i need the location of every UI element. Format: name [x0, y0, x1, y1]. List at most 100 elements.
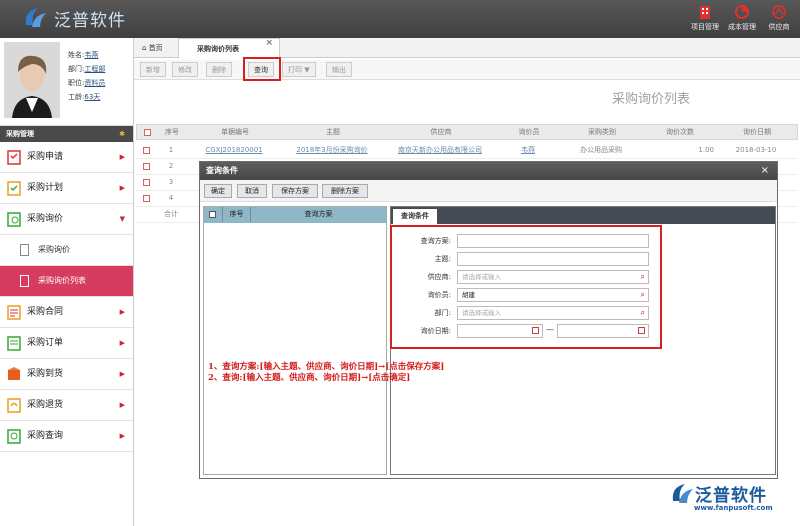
- criteria-tab-bar: 查询条件: [391, 207, 775, 224]
- edit-button[interactable]: 修改: [172, 62, 198, 77]
- user-post[interactable]: 资料员: [84, 79, 105, 87]
- tab-home[interactable]: ⌂ 首页: [142, 38, 163, 58]
- cell-no: 1: [168, 146, 174, 154]
- dialog-title: 查询条件: [206, 166, 238, 175]
- scheme-select-all-checkbox[interactable]: [209, 211, 216, 218]
- sidebar-subitem-inquiry-list[interactable]: 采购询价列表: [0, 266, 133, 297]
- cell-no: 3: [168, 178, 174, 186]
- sidebar-item-purchase-request[interactable]: 采购申请 ▶: [0, 142, 133, 173]
- watermark-brand: 泛普软件: [695, 486, 767, 506]
- cost-management-label: 成本管理: [728, 23, 756, 31]
- print-button[interactable]: 打印 ▼: [282, 62, 316, 77]
- document-icon: [20, 275, 29, 287]
- building-icon: [700, 6, 710, 19]
- box-icon: [8, 367, 20, 380]
- row-checkbox[interactable]: [140, 159, 152, 174]
- dialog-toolbar: 确定 取消 保存方案 删除方案: [200, 180, 777, 202]
- post-label: 职位:: [68, 79, 85, 87]
- cell-subject[interactable]: 2018年3月份采购询价: [282, 143, 382, 158]
- cell-no: 2: [168, 162, 174, 170]
- select-all-checkbox[interactable]: [141, 125, 153, 140]
- export-button[interactable]: 输出: [326, 62, 352, 77]
- column-header: 询价次数: [666, 128, 694, 136]
- document-icon: [20, 244, 29, 256]
- sidebar-subitem-inquiry[interactable]: 采购询价: [0, 235, 133, 266]
- table-row[interactable]: 1 CGXJ201820001 2018年3月份采购询价 南京天新办公用品有限公…: [136, 143, 798, 159]
- column-header: 主题: [326, 128, 340, 136]
- profile-info: 姓名:韦燕 部门:工程部 职位:资料员 工龄:63天: [68, 48, 105, 104]
- add-button[interactable]: 新增: [140, 62, 166, 77]
- supplier-button[interactable]: 供应商: [759, 4, 799, 32]
- row-checkbox[interactable]: [140, 143, 152, 158]
- sidebar-item-label: 采购查询: [27, 431, 64, 441]
- watermark-logo-icon: [672, 484, 693, 503]
- sidebar-item-label: 采购合同: [27, 307, 64, 317]
- return-icon: [7, 398, 21, 413]
- cost-management-button[interactable]: 成本管理: [722, 4, 762, 32]
- close-icon[interactable]: ×: [761, 162, 769, 180]
- watermark-url: www.fanpusoft.com: [694, 504, 773, 512]
- home-icon: ⌂: [142, 44, 149, 52]
- top-bar: 泛普软件 项目管理 成本管理 供应商: [0, 0, 800, 38]
- delete-button[interactable]: 删除: [206, 62, 232, 77]
- cell-inquirer-link[interactable]: 韦燕: [521, 146, 535, 154]
- save-scheme-button[interactable]: 保存方案: [272, 184, 318, 198]
- sidebar-item-purchase-inquiry[interactable]: 采购询价 ▼: [0, 204, 133, 235]
- row-checkbox[interactable]: [140, 191, 152, 206]
- tab-bar: ⌂ 首页 采购询价列表 ×: [134, 38, 800, 58]
- project-management-label: 项目管理: [691, 23, 719, 31]
- user-profile: 姓名:韦燕 部门:工程部 职位:资料员 工龄:63天: [0, 38, 133, 126]
- user-dept[interactable]: 工程部: [84, 65, 105, 73]
- tab-criteria[interactable]: 查询条件: [393, 209, 437, 224]
- name-label: 姓名:: [68, 51, 85, 59]
- tab-inquiry-list[interactable]: 采购询价列表 ×: [178, 38, 280, 58]
- column-header: 单据编号: [221, 128, 249, 136]
- user-name[interactable]: 韦燕: [84, 51, 98, 59]
- cell-inquirer[interactable]: 韦燕: [498, 143, 558, 158]
- chevron-right-icon: ▶: [119, 401, 125, 409]
- chevron-right-icon: ▶: [119, 184, 125, 192]
- close-icon[interactable]: ×: [265, 33, 273, 53]
- toolbar: 新增 修改 删除 查询 打印 ▼ 输出: [134, 60, 800, 80]
- cell-code-link[interactable]: CGXJ201820001: [205, 146, 262, 154]
- chevron-right-icon: ▶: [119, 153, 125, 161]
- table-header: 序号 单据编号 主题 供应商 询价员 采购类别 询价次数 询价日期: [136, 124, 798, 140]
- delete-scheme-button[interactable]: 删除方案: [322, 184, 368, 198]
- scheme-col-name: 查询方案: [250, 207, 386, 222]
- sidebar-item-purchase-query[interactable]: 采购查询 ▶: [0, 421, 133, 452]
- cell-no: 4: [168, 194, 174, 202]
- avatar: [4, 42, 60, 118]
- watermark: 泛普软件 www.fanpusoft.com: [669, 481, 797, 521]
- order-icon: [7, 336, 21, 351]
- project-management-button[interactable]: 项目管理: [685, 4, 725, 32]
- query-icon: [7, 429, 21, 444]
- brand-logo-icon: [25, 8, 46, 27]
- chevron-down-icon: ▼: [119, 215, 125, 223]
- sidebar-item-purchase-return[interactable]: 采购退货 ▶: [0, 390, 133, 421]
- scheme-list: 序号 查询方案: [203, 206, 387, 475]
- scheme-list-header: 序号 查询方案: [204, 207, 386, 223]
- confirm-button[interactable]: 确定: [204, 184, 232, 198]
- dialog-titlebar[interactable]: 查询条件 ×: [200, 162, 777, 180]
- instruction-note: 1、查询方案:[输入主题、供应商、询价日期]→[点击保存方案] 2、查询:[输入…: [208, 362, 444, 384]
- cell-supplier-link[interactable]: 南京天新办公用品有限公司: [398, 146, 482, 154]
- gear-icon[interactable]: ✱: [119, 126, 125, 142]
- sidebar-item-purchase-order[interactable]: 采购订单 ▶: [0, 328, 133, 359]
- cell-code[interactable]: CGXJ201820001: [188, 143, 280, 158]
- sidebar-item-label: 采购退货: [27, 400, 64, 410]
- total-label: 合计: [164, 210, 178, 218]
- section-header: 采购管理 ✱: [0, 126, 133, 142]
- row-checkbox[interactable]: [140, 175, 152, 190]
- cancel-button[interactable]: 取消: [237, 184, 267, 198]
- cell-supplier[interactable]: 南京天新办公用品有限公司: [384, 143, 496, 158]
- user-tenure[interactable]: 63天: [84, 93, 100, 101]
- sidebar-item-label: 采购询价列表: [38, 276, 86, 285]
- cell-subject-link[interactable]: 2018年3月份采购询价: [296, 146, 367, 154]
- supplier-label: 供应商: [768, 23, 790, 31]
- sidebar-item-purchase-plan[interactable]: 采购计划 ▶: [0, 173, 133, 204]
- sidebar-item-purchase-arrival[interactable]: 采购到货 ▶: [0, 359, 133, 390]
- cell-date: 2018-03-10: [735, 146, 777, 154]
- sidebar-item-purchase-contract[interactable]: 采购合同 ▶: [0, 297, 133, 328]
- column-header: 采购类别: [588, 128, 616, 136]
- age-label: 工龄:: [68, 93, 85, 101]
